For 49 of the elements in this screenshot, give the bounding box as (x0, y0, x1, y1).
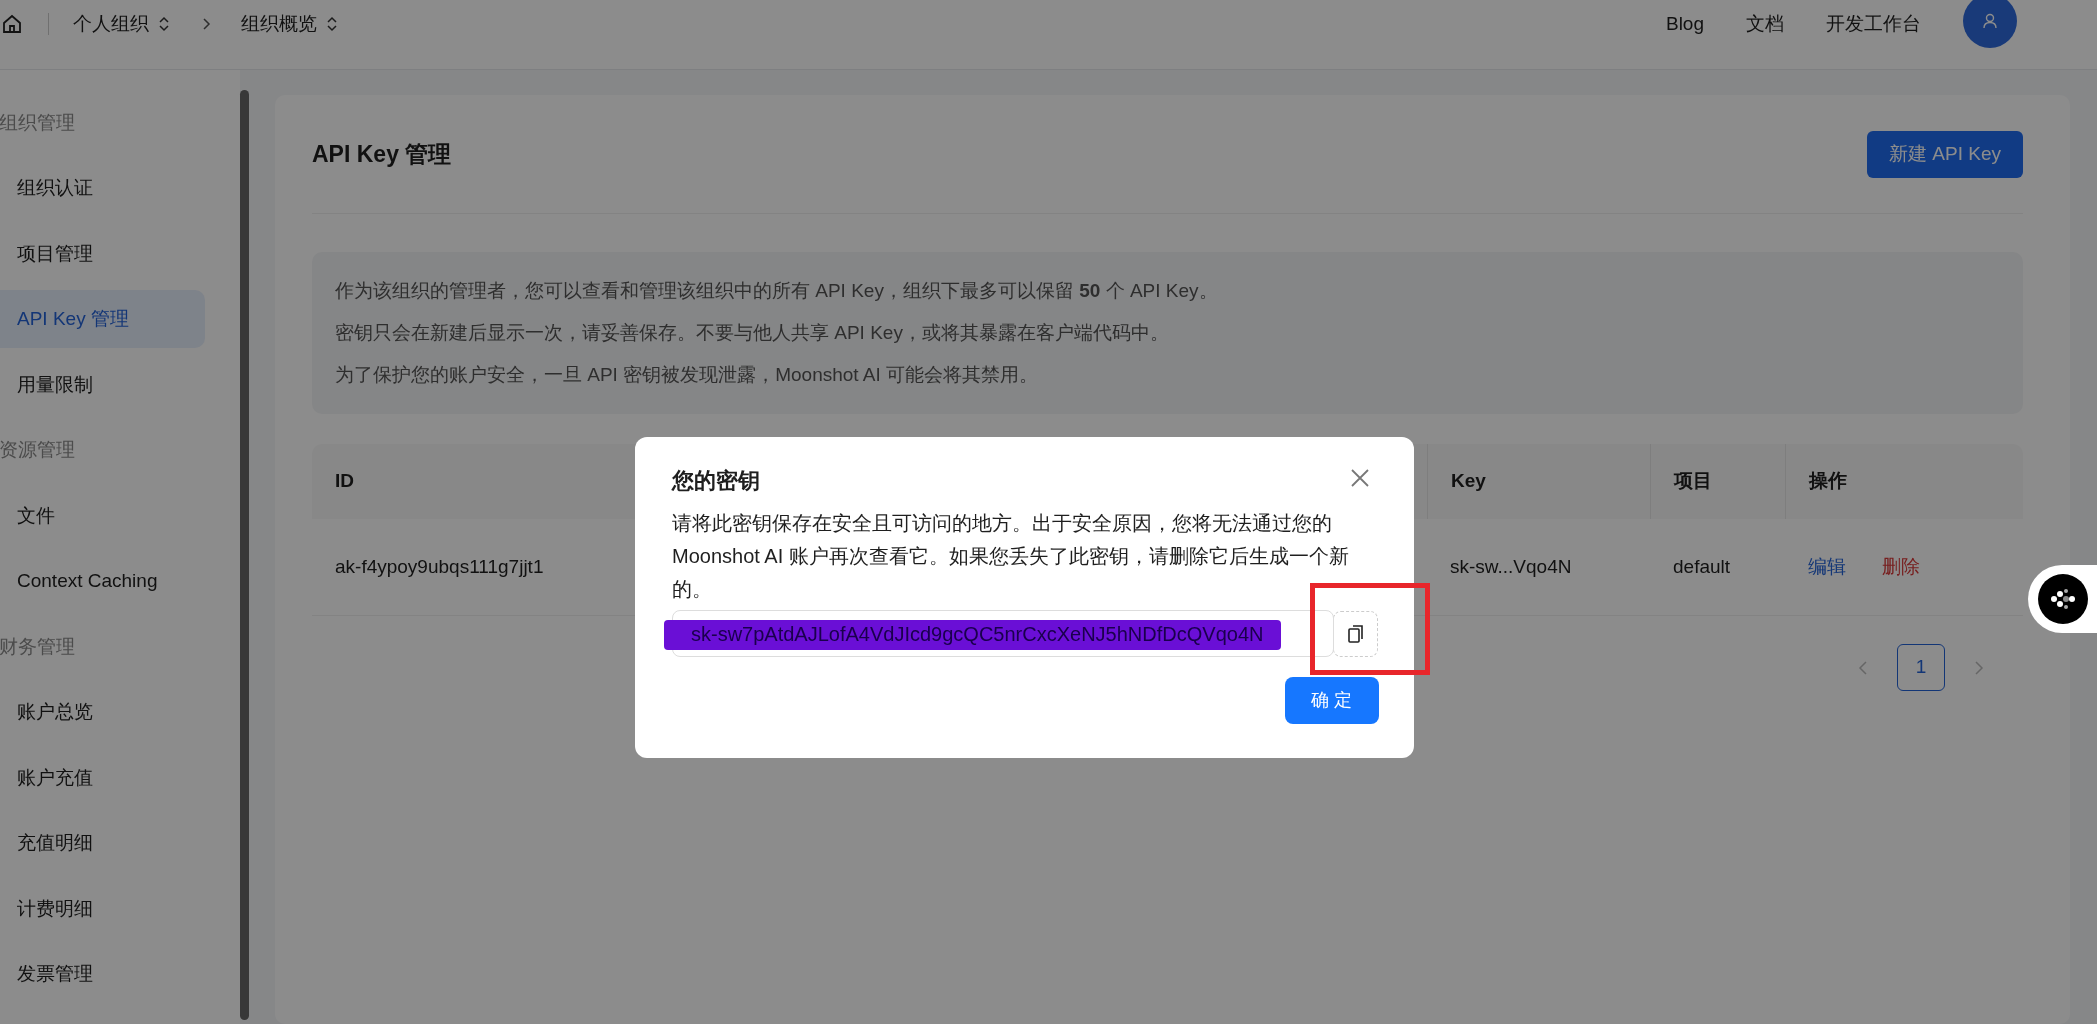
breadcrumb-dropdown[interactable]: 个人组织 (73, 9, 171, 39)
sidebar-item[interactable]: 账户总览 (0, 683, 205, 742)
delete-link[interactable]: 删除 (1882, 552, 1920, 582)
sidebar-item[interactable]: 用量限制 (0, 355, 205, 414)
scrollbar[interactable] (240, 90, 249, 1020)
sidebar-item[interactable]: 账户充值 (0, 748, 205, 807)
sidebar-item[interactable]: 发票管理 (0, 945, 205, 1004)
sidebar-item[interactable]: Context Caching (0, 552, 205, 611)
sidebar-item[interactable]: 文件 (0, 486, 205, 545)
user-icon (1981, 12, 1999, 30)
chevron-up-down-icon (157, 16, 171, 32)
sidebar-item[interactable]: 计费明细 (0, 879, 205, 938)
sidebar-section-heading: 组织管理 (0, 110, 75, 135)
nav-link[interactable]: 文档 (1746, 9, 1784, 39)
sidebar-section-heading: 财务管理 (0, 634, 75, 659)
page-title: API Key 管理 (312, 140, 452, 170)
secret-key-text: sk-sw7pAtdAJLofA4VdJIcd9gcQC5nrCxcXeNJ5hNDfDcQVqo4N (691, 621, 1264, 647)
sidebar-item[interactable]: 充值明细 (0, 814, 205, 873)
dialog-message: 请将此密钥保存在安全且可访问的地方。出于安全原因，您将无法通过您的 Moonshot AI 账户再次查看它。如果您丢失了此密钥，请删除它后生成一个新的。 (672, 511, 1350, 602)
new-api-key-button[interactable]: 新建 API Key (1867, 131, 2023, 178)
table-cell-text: default (1673, 554, 1731, 579)
copy-icon (1346, 623, 1365, 644)
sidebar-item[interactable]: 项目管理 (0, 224, 205, 283)
chevron-up-down-icon (325, 16, 339, 32)
nav-link[interactable]: 开发工作台 (1826, 9, 1921, 39)
avatar-button[interactable] (1963, 0, 2017, 48)
confirm-button[interactable]: 确 定 (1285, 677, 1379, 724)
nav-link[interactable]: Blog (1665, 9, 1704, 39)
column-header: 操作 (1809, 469, 1847, 494)
dots-logo-icon (2038, 574, 2088, 624)
edit-link[interactable]: 编辑 (1808, 552, 1846, 582)
sidebar-item[interactable]: API Key 管理 (0, 290, 205, 349)
table-cell-text: ak-f4ypoy9ubqs111g7jjt1 (335, 554, 544, 579)
close-icon[interactable] (1350, 467, 1370, 488)
column-header: Key (1451, 469, 1486, 494)
assistant-widget-button[interactable] (2028, 565, 2097, 633)
breadcrumb-dropdown[interactable]: 组织概览 (241, 9, 339, 39)
sidebar-item[interactable]: 组织认证 (0, 159, 205, 218)
notice-text: 为了保护您的账户安全，一旦 API 密钥被发现泄露，Moonshot AI 可能会将其禁用。 (335, 363, 1040, 387)
table-cell-text: sk-sw...Vqo4N (1450, 554, 1572, 579)
page-button[interactable]: 1 (1897, 644, 1945, 691)
sidebar-section-heading: 资源管理 (0, 438, 75, 462)
notice-text: 密钥只会在新建后显示一次，请妥善保存。不要与他人共享 API Key，或将其暴露在客户端代码中。 (335, 321, 1170, 345)
notice-text: 作为该组织的管理者，您可以查看和管理该组织中的所有 API Key，组织下最多可以保留 50 个 API Key。 (335, 279, 1219, 303)
dialog-title: 您的密钥 (672, 467, 760, 495)
chevron-right-icon (201, 17, 211, 31)
column-header: 项目 (1674, 469, 1712, 494)
home-icon[interactable] (2, 14, 22, 34)
column-header: ID (335, 469, 354, 494)
